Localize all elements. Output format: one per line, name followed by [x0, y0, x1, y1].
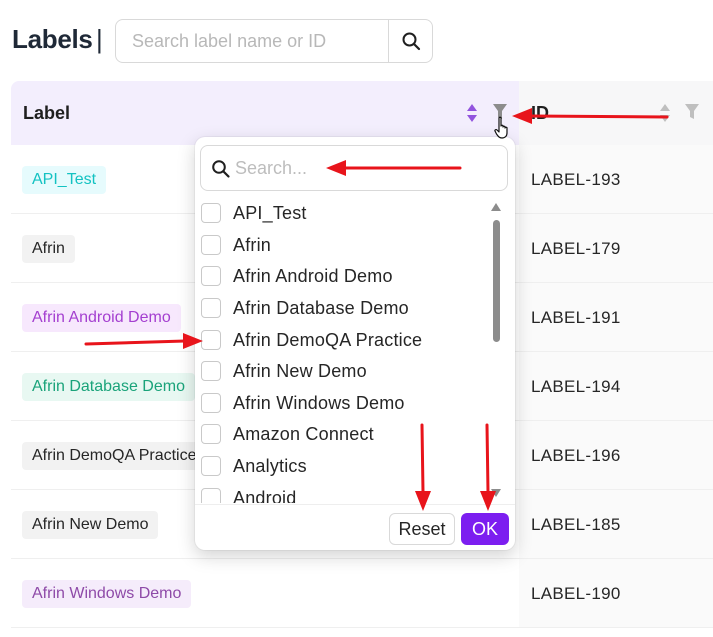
- column-header-label: Label: [11, 81, 519, 145]
- label-id: LABEL-194: [531, 377, 621, 396]
- page-title: Labels: [12, 24, 93, 54]
- id-cell: LABEL-190: [519, 559, 713, 627]
- label-filter-dropdown: API_Test Afrin Afrin Android Demo Afrin …: [195, 137, 515, 550]
- filter-option-label: Afrin Database Demo: [233, 297, 409, 318]
- filter-option[interactable]: Afrin Android Demo: [201, 262, 491, 290]
- label-id: LABEL-191: [531, 308, 621, 327]
- checkbox-icon[interactable]: [201, 393, 221, 413]
- column-title: Label: [23, 103, 71, 123]
- id-cell: LABEL-179: [519, 214, 713, 282]
- label-id: LABEL-193: [531, 170, 621, 189]
- filter-footer: Reset OK: [195, 504, 515, 550]
- filter-option[interactable]: Afrin New Demo: [201, 357, 491, 385]
- label-tag: Afrin DemoQA Practice: [22, 442, 207, 470]
- filter-option-label: Afrin Android Demo: [233, 265, 393, 286]
- label-tag: Afrin: [22, 235, 75, 263]
- filter-option[interactable]: Amazon Connect: [201, 420, 491, 448]
- checkbox-icon[interactable]: [201, 330, 221, 350]
- checkbox-icon[interactable]: [201, 361, 221, 381]
- filter-option-label: Afrin New Demo: [233, 360, 367, 381]
- checkbox-icon[interactable]: [201, 456, 221, 476]
- filter-option-label: Afrin DemoQA Practice: [233, 329, 423, 350]
- scrollbar-thumb[interactable]: [493, 220, 500, 342]
- filter-option[interactable]: Afrin Database Demo: [201, 294, 491, 322]
- filter-options-list: API_Test Afrin Afrin Android Demo Afrin …: [195, 197, 505, 503]
- id-cell: LABEL-194: [519, 352, 713, 420]
- label-search-input[interactable]: [116, 20, 388, 62]
- pointer-cursor-icon: [494, 116, 508, 139]
- id-cell: LABEL-193: [519, 145, 713, 213]
- column-title: ID: [531, 103, 549, 123]
- checkbox-icon[interactable]: [201, 235, 221, 255]
- id-cell: LABEL-191: [519, 283, 713, 351]
- filter-option[interactable]: Analytics: [201, 452, 491, 480]
- filter-option[interactable]: Afrin Windows Demo: [201, 389, 491, 417]
- checkbox-icon[interactable]: [201, 298, 221, 318]
- label-id: LABEL-185: [531, 515, 621, 534]
- title-separator: |: [96, 24, 103, 54]
- label-id: LABEL-190: [531, 584, 621, 603]
- filter-option-label: Afrin Windows Demo: [233, 392, 405, 413]
- checkbox-icon[interactable]: [201, 203, 221, 223]
- filter-option-label: Analytics: [233, 455, 307, 476]
- label-search-box: [115, 19, 433, 63]
- table-row: Afrin Windows Demo LABEL-190: [11, 559, 713, 628]
- ok-button[interactable]: OK: [461, 513, 509, 545]
- id-cell: LABEL-196: [519, 421, 713, 489]
- filter-option-label: Amazon Connect: [233, 423, 374, 444]
- id-cell: LABEL-185: [519, 490, 713, 558]
- filter-option[interactable]: Afrin DemoQA Practice: [201, 326, 491, 354]
- column-header-id: ID: [519, 81, 713, 145]
- filter-option[interactable]: Android: [201, 484, 491, 503]
- filter-search-input[interactable]: [235, 146, 495, 190]
- filter-search-box: [200, 145, 508, 191]
- label-id: LABEL-196: [531, 446, 621, 465]
- sort-icon[interactable]: [466, 102, 478, 124]
- sort-icon[interactable]: [659, 102, 671, 124]
- search-icon: [212, 160, 230, 178]
- search-button[interactable]: [388, 20, 432, 62]
- checkbox-icon[interactable]: [201, 488, 221, 503]
- label-tag: Afrin Android Demo: [22, 304, 181, 332]
- filter-option[interactable]: API_Test: [201, 199, 491, 227]
- checkbox-icon[interactable]: [201, 266, 221, 286]
- label-tag: Afrin New Demo: [22, 511, 159, 539]
- filter-option-label: API_Test: [233, 202, 307, 223]
- filter-option-label: Android: [233, 487, 297, 504]
- filter-icon[interactable]: [684, 103, 700, 121]
- checkbox-icon[interactable]: [201, 424, 221, 444]
- label-id: LABEL-179: [531, 239, 621, 258]
- filter-option[interactable]: Afrin: [201, 231, 491, 259]
- search-icon: [402, 32, 420, 51]
- table-header: Label ID: [11, 81, 713, 145]
- reset-button[interactable]: Reset: [389, 513, 455, 545]
- label-tag: API_Test: [22, 166, 107, 194]
- label-cell: Afrin Windows Demo: [11, 559, 519, 627]
- label-tag: Afrin Database Demo: [22, 373, 195, 401]
- label-tag: Afrin Windows Demo: [22, 580, 192, 608]
- filter-option-label: Afrin: [233, 234, 272, 255]
